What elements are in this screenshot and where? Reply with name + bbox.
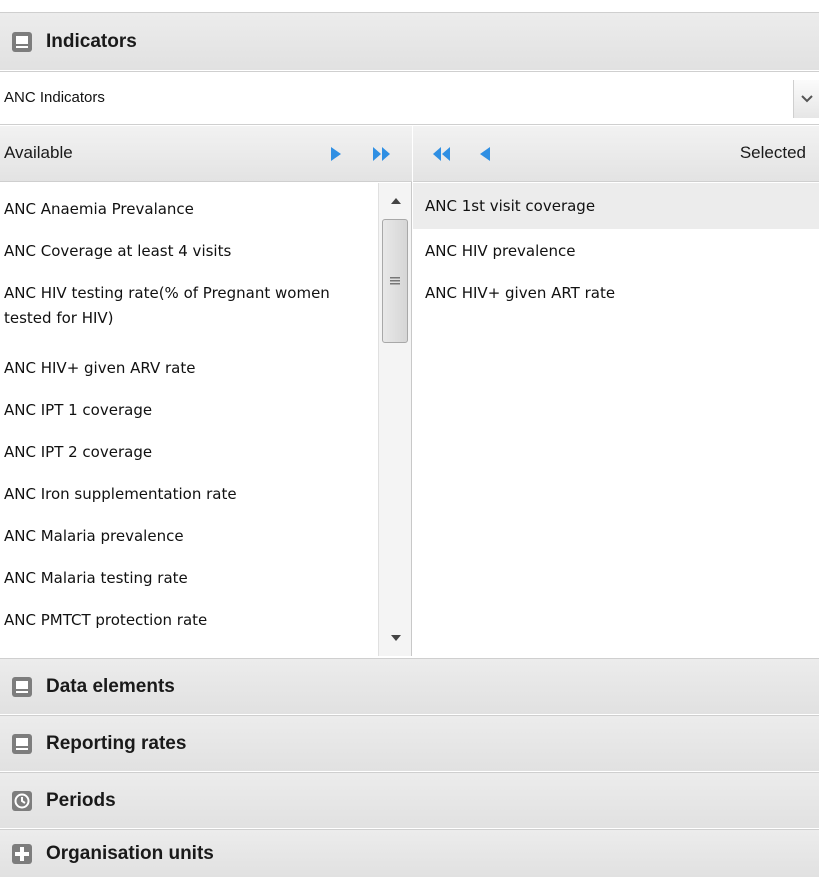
list-item[interactable]: ANC HIV+ given ARV rate bbox=[0, 356, 378, 381]
indicator-group-select[interactable]: ANC Indicators bbox=[0, 71, 819, 125]
grip-icon bbox=[390, 277, 400, 285]
scroll-down-button[interactable] bbox=[379, 620, 412, 656]
scroll-thumb[interactable] bbox=[382, 219, 408, 343]
list-item[interactable]: ANC Anaemia Prevalance bbox=[0, 197, 378, 222]
double-arrow-right-icon bbox=[373, 147, 390, 161]
select-all-button[interactable] bbox=[372, 144, 396, 164]
list-item[interactable]: ANC PMTCT protection rate bbox=[0, 608, 378, 633]
arrow-left-icon bbox=[480, 147, 490, 161]
indicators-panel-header[interactable]: Indicators bbox=[0, 12, 819, 70]
arrow-right-icon bbox=[331, 147, 341, 161]
double-arrow-left-icon bbox=[433, 147, 450, 161]
chevron-down-icon bbox=[800, 95, 813, 103]
list-item[interactable]: ANC Malaria testing rate bbox=[0, 566, 378, 591]
select-button[interactable] bbox=[330, 144, 354, 164]
monitor-icon bbox=[12, 676, 32, 697]
data-elements-panel-header[interactable]: Data elements bbox=[0, 658, 819, 714]
deselect-all-button[interactable] bbox=[431, 144, 455, 164]
data-elements-title: Data elements bbox=[46, 675, 175, 697]
top-strip bbox=[0, 0, 819, 12]
scroll-up-button[interactable] bbox=[379, 183, 412, 219]
plus-icon bbox=[12, 843, 32, 864]
list-item[interactable]: ANC Malaria prevalence bbox=[0, 524, 378, 549]
deselect-button[interactable] bbox=[479, 144, 503, 164]
list-item[interactable]: ANC HIV+ given ART rate bbox=[413, 281, 819, 306]
list-item[interactable]: ANC HIV prevalence bbox=[413, 239, 819, 264]
periods-panel-header[interactable]: Periods bbox=[0, 772, 819, 828]
organisation-units-title: Organisation units bbox=[46, 842, 214, 864]
list-item[interactable]: ANC 1st visit coverage bbox=[413, 183, 819, 229]
selected-list-panel: Selected ANC 1st visit coverage ANC HIV … bbox=[413, 126, 819, 656]
list-item[interactable]: ANC IPT 1 coverage bbox=[0, 398, 378, 423]
list-item[interactable]: ANC Iron supplementation rate bbox=[0, 482, 378, 507]
available-label: Available bbox=[4, 143, 73, 162]
reporting-rates-title: Reporting rates bbox=[46, 732, 187, 754]
available-list-panel: Available ANC Anaemia Prevalance ANC Cov… bbox=[0, 126, 412, 656]
indicators-panel-title: Indicators bbox=[46, 30, 137, 52]
selected-toolbar: Selected bbox=[413, 126, 819, 182]
caret-down-icon bbox=[390, 635, 401, 641]
list-item[interactable]: ANC HIV testing rate(% of Pregnant women… bbox=[0, 281, 378, 331]
monitor-icon bbox=[12, 31, 32, 52]
reporting-rates-panel-header[interactable]: Reporting rates bbox=[0, 715, 819, 771]
clock-icon bbox=[12, 790, 32, 811]
monitor-icon bbox=[12, 733, 32, 754]
list-item[interactable]: ANC IPT 2 coverage bbox=[0, 440, 378, 465]
organisation-units-panel-header[interactable]: Organisation units bbox=[0, 829, 819, 877]
periods-title: Periods bbox=[46, 789, 116, 811]
list-item[interactable]: ANC Coverage at least 4 visits bbox=[0, 239, 378, 264]
caret-up-icon bbox=[390, 198, 401, 204]
available-scrollbar[interactable] bbox=[378, 183, 411, 656]
selected-label: Selected bbox=[739, 143, 806, 162]
indicator-group-value: ANC Indicators bbox=[4, 89, 105, 106]
dropdown-trigger[interactable] bbox=[793, 80, 819, 118]
available-toolbar: Available bbox=[0, 126, 412, 182]
